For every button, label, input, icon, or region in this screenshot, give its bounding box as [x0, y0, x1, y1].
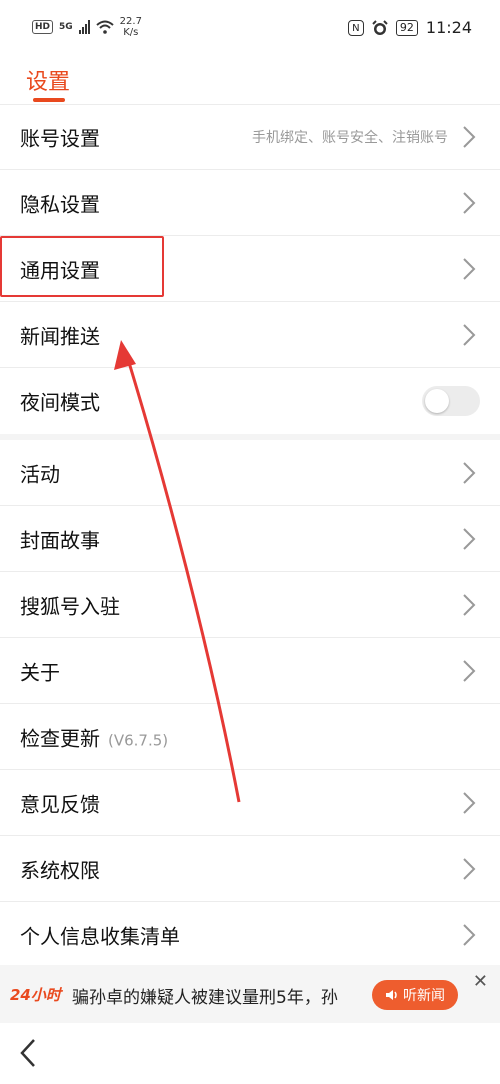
settings-item-subtitle: 手机绑定、账号安全、注销账号 [252, 129, 448, 146]
title-underline [33, 98, 65, 102]
settings-item-activity[interactable]: 活动 [0, 440, 500, 506]
status-left: HD 5G 22.7 K/s [32, 16, 142, 38]
settings-item-account[interactable]: 账号设置 手机绑定、账号安全、注销账号 [0, 104, 500, 170]
chevron-right-icon [463, 191, 476, 214]
settings-item-privacy[interactable]: 隐私设置 [0, 170, 500, 236]
status-right: N 92 11:24 [347, 18, 472, 37]
settings-list: 账号设置 手机绑定、账号安全、注销账号 隐私设置 通用设置 新闻推送 夜间模式 … [0, 104, 500, 968]
chevron-right-icon [463, 791, 476, 814]
chevron-right-icon [463, 593, 476, 616]
settings-item-check-update[interactable]: 检查更新 (V6.7.5) [0, 704, 500, 770]
settings-item-label: 意见反馈 [20, 792, 100, 816]
settings-item-permissions[interactable]: 系统权限 [0, 836, 500, 902]
bottom-nav [0, 1023, 500, 1084]
listen-news-label: 听新闻 [403, 988, 445, 1004]
settings-item-label: 关于 [20, 660, 60, 684]
settings-item-label: 新闻推送 [20, 324, 100, 348]
settings-item-feedback[interactable]: 意见反馈 [0, 770, 500, 836]
chevron-right-icon [463, 857, 476, 880]
settings-item-night-mode: 夜间模式 [0, 368, 500, 434]
annotation-highlight-box [0, 236, 164, 297]
settings-item-about[interactable]: 关于 [0, 638, 500, 704]
chevron-right-icon [463, 527, 476, 550]
hd-icon: HD [32, 20, 54, 34]
chevron-right-icon [463, 461, 476, 484]
settings-item-push[interactable]: 新闻推送 [0, 302, 500, 368]
listen-news-button[interactable]: 听新闻 [372, 980, 458, 1010]
news-ticker-bar[interactable]: 24小时 骗孙卓的嫌疑人被建议量刑5年，孙 听新闻 ✕ [0, 965, 500, 1023]
page-header: 设置 [0, 58, 500, 105]
settings-item-label-group: 检查更新 (V6.7.5) [20, 722, 168, 751]
news-badge: 24小时 [10, 986, 61, 1004]
settings-item-label: 夜间模式 [20, 390, 100, 415]
settings-item-label: 封面故事 [20, 528, 100, 552]
settings-item-label: 搜狐号入驻 [20, 594, 120, 618]
status-bar: HD 5G 22.7 K/s N 92 11:24 [0, 0, 500, 58]
settings-item-label: 活动 [20, 462, 60, 486]
chevron-right-icon [463, 257, 476, 280]
chevron-right-icon [463, 323, 476, 346]
clock: 11:24 [425, 18, 472, 37]
alarm-icon [372, 19, 388, 35]
settings-item-label: 隐私设置 [20, 192, 100, 216]
chevron-right-icon [463, 125, 476, 148]
net-speed: 22.7 K/s [120, 16, 142, 38]
battery-icon: 92 [395, 19, 418, 36]
settings-item-label: 账号设置 [20, 126, 100, 150]
settings-item-label: 检查更新 [20, 726, 100, 750]
settings-item-label: 系统权限 [20, 858, 100, 882]
close-icon[interactable]: ✕ [473, 971, 488, 992]
settings-item-info-list[interactable]: 个人信息收集清单 [0, 902, 500, 968]
back-icon[interactable] [18, 1037, 38, 1069]
network-label: 5G [59, 22, 73, 32]
signal-icon [78, 20, 90, 34]
wifi-icon [96, 20, 114, 34]
settings-item-label: 个人信息收集清单 [20, 924, 180, 948]
toggle-knob [425, 389, 449, 413]
page-title: 设置 [26, 70, 71, 95]
chevron-right-icon [463, 923, 476, 946]
nfc-icon: N [347, 19, 364, 36]
version-label: (V6.7.5) [108, 731, 169, 749]
night-mode-toggle[interactable] [422, 386, 480, 416]
speed-unit: K/s [123, 27, 139, 38]
chevron-right-icon [463, 659, 476, 682]
news-headline[interactable]: 骗孙卓的嫌疑人被建议量刑5年，孙 [72, 983, 358, 1008]
settings-item-sohu-account[interactable]: 搜狐号入驻 [0, 572, 500, 638]
speed-value: 22.7 [119, 16, 142, 27]
settings-item-cover-story[interactable]: 封面故事 [0, 506, 500, 572]
speaker-icon [386, 990, 397, 1000]
